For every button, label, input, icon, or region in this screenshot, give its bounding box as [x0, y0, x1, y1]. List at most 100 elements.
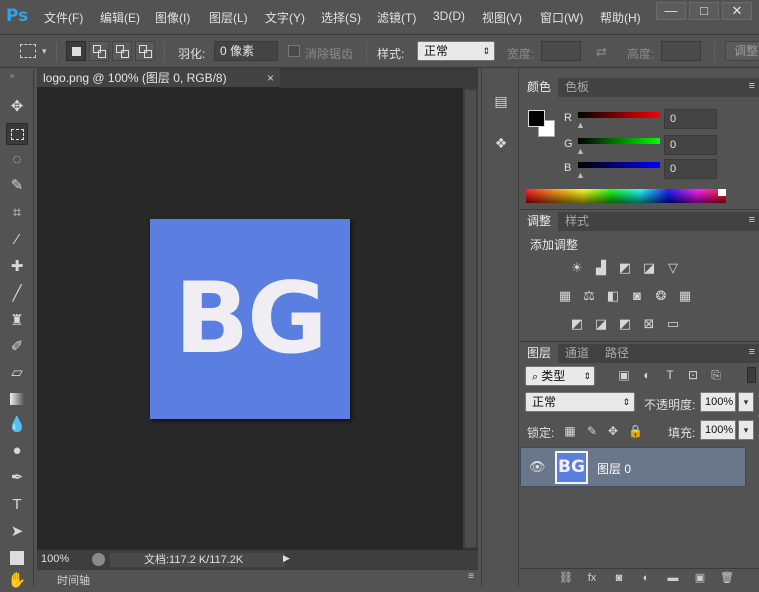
blend-mode-select[interactable]: 正常 ⇕	[525, 392, 635, 412]
close-tab-icon[interactable]: ×	[267, 68, 274, 88]
vertical-scrollbar[interactable]	[463, 88, 478, 549]
brightness-icon[interactable]: ☀	[568, 260, 586, 276]
menu-layer[interactable]: 图层(L)	[209, 9, 248, 26]
close-button[interactable]: ✕	[722, 2, 752, 20]
blue-value-input[interactable]: 0	[664, 159, 717, 179]
adjustments-panel-menu-icon[interactable]: ≡	[749, 214, 755, 226]
status-info-icon[interactable]	[92, 553, 105, 566]
height-input[interactable]	[661, 41, 701, 61]
3d-panel-icon[interactable]: ❖	[492, 134, 510, 152]
shape-tool-icon[interactable]	[6, 547, 28, 569]
fill-dropdown-icon[interactable]: ▾	[738, 420, 754, 440]
menu-type[interactable]: 文字(Y)	[265, 9, 305, 26]
tab-channels[interactable]: 通道	[558, 344, 596, 363]
filter-toggle[interactable]	[747, 367, 756, 383]
healing-brush-tool-icon[interactable]: ✚	[6, 256, 28, 278]
green-slider[interactable]	[578, 138, 660, 144]
fill-input[interactable]: 100%	[700, 420, 736, 440]
posterize-icon[interactable]: ◪	[592, 316, 610, 332]
move-tool-icon[interactable]: ✥	[6, 96, 28, 118]
gradient-map-icon[interactable]: ▭	[664, 316, 682, 332]
type-tool-icon[interactable]: T	[6, 494, 28, 516]
pen-tool-icon[interactable]: ✒	[6, 467, 28, 489]
canvas-area[interactable]: BG	[37, 88, 463, 549]
selective-color-icon[interactable]: ⊠	[640, 316, 658, 332]
type-filter-icon[interactable]: T	[662, 367, 678, 383]
tab-paths[interactable]: 路径	[598, 344, 636, 363]
adjustment-filter-icon[interactable]: ◐	[639, 367, 655, 383]
opacity-dropdown-icon[interactable]: ▾	[738, 392, 754, 412]
maximize-button[interactable]: □	[689, 2, 719, 20]
color-lookup-icon[interactable]: ▦	[676, 288, 694, 304]
history-brush-tool-icon[interactable]: ✐	[6, 336, 28, 358]
lasso-tool-icon[interactable]: ◌	[6, 149, 28, 171]
white-swatch[interactable]	[718, 189, 726, 196]
document-tab[interactable]: logo.png @ 100% (图层 0, RGB/8) ×	[37, 68, 280, 88]
blur-tool-icon[interactable]: 💧	[6, 414, 28, 436]
menu-file[interactable]: 文件(F)	[44, 9, 83, 26]
color-panel-menu-icon[interactable]: ≡	[749, 80, 755, 92]
tab-styles[interactable]: 样式	[558, 212, 596, 231]
blue-slider[interactable]	[578, 162, 660, 168]
history-panel-icon[interactable]: ▤	[492, 92, 510, 110]
green-slider-handle-icon[interactable]: ▲	[576, 146, 585, 156]
style-select[interactable]: 正常 ⇕	[417, 41, 495, 61]
collapse-icon[interactable]: »	[10, 71, 14, 80]
rect-marquee-preset-icon[interactable]	[20, 44, 36, 58]
delete-layer-icon[interactable]: 🗑	[719, 571, 735, 585]
intersect-selection-button[interactable]	[135, 41, 155, 61]
minimize-button[interactable]: —	[656, 2, 686, 20]
new-adjustment-icon[interactable]: ◐	[638, 571, 654, 585]
visibility-eye-icon[interactable]: 👁	[529, 459, 546, 475]
smart-object-filter-icon[interactable]: ⎘	[708, 367, 724, 383]
new-layer-icon[interactable]: ▣	[692, 571, 708, 585]
black-white-icon[interactable]: ◧	[604, 288, 622, 304]
hand-tool-icon[interactable]: ✋	[6, 570, 28, 592]
brush-tool-icon[interactable]: ╱	[6, 283, 28, 305]
threshold-icon[interactable]: ◩	[616, 316, 634, 332]
new-selection-button[interactable]	[66, 41, 86, 61]
menu-filter[interactable]: 滤镜(T)	[377, 9, 416, 26]
timeline-menu-icon[interactable]: ≡	[468, 571, 474, 582]
preset-dropdown-icon[interactable]: ▾	[42, 46, 47, 57]
lock-image-icon[interactable]: ✎	[585, 424, 599, 438]
new-group-icon[interactable]: ▬	[665, 571, 681, 585]
photo-filter-icon[interactable]: ◙	[628, 288, 646, 304]
foreground-color-swatch[interactable]	[528, 110, 545, 127]
shape-filter-icon[interactable]: ⊡	[685, 367, 701, 383]
feather-input[interactable]: 0 像素	[214, 41, 278, 61]
menu-window[interactable]: 窗口(W)	[540, 9, 583, 26]
green-value-input[interactable]: 0	[664, 135, 717, 155]
layer-row[interactable]: 👁 BG 图层 0	[520, 447, 746, 487]
tab-color[interactable]: 颜色	[520, 78, 559, 97]
menu-edit[interactable]: 编辑(E)	[100, 9, 140, 26]
layer-style-icon[interactable]: fx	[584, 571, 600, 585]
link-layers-icon[interactable]: ⛓	[558, 571, 574, 585]
vibrance-icon[interactable]: ▽	[664, 260, 682, 276]
tab-swatches[interactable]: 色板	[558, 78, 596, 97]
tab-layers[interactable]: 图层	[520, 344, 559, 363]
artboard[interactable]: BG	[150, 219, 350, 419]
eraser-tool-icon[interactable]: ▱	[6, 362, 28, 384]
subtract-selection-button[interactable]	[112, 41, 132, 61]
lock-all-icon[interactable]: 🔒	[628, 424, 643, 438]
status-menu-icon[interactable]: ▶	[283, 553, 290, 564]
marquee-tool-icon[interactable]	[6, 123, 28, 145]
red-value-input[interactable]: 0	[664, 109, 717, 129]
channel-mixer-icon[interactable]: ❂	[652, 288, 670, 304]
lock-transparent-icon[interactable]: ▦	[563, 424, 577, 438]
opacity-input[interactable]: 100%	[700, 392, 736, 412]
layer-filter-select[interactable]: ⌕ 类型 ⇕	[525, 366, 595, 386]
gradient-tool-icon[interactable]	[6, 388, 28, 410]
exposure-icon[interactable]: ◪	[640, 260, 658, 276]
add-selection-button[interactable]	[89, 41, 109, 61]
path-select-tool-icon[interactable]: ➤	[6, 521, 28, 543]
levels-icon[interactable]: ▟	[592, 260, 610, 276]
refine-edge-button[interactable]: 调整	[725, 41, 759, 61]
menu-image[interactable]: 图像(I)	[155, 9, 190, 26]
red-slider-handle-icon[interactable]: ▲	[576, 120, 585, 130]
swap-icon[interactable]: ⇄	[596, 44, 607, 60]
layer-name[interactable]: 图层 0	[597, 460, 631, 477]
clone-stamp-tool-icon[interactable]: ♜	[6, 310, 28, 332]
tab-adjustments[interactable]: 调整	[520, 212, 559, 231]
